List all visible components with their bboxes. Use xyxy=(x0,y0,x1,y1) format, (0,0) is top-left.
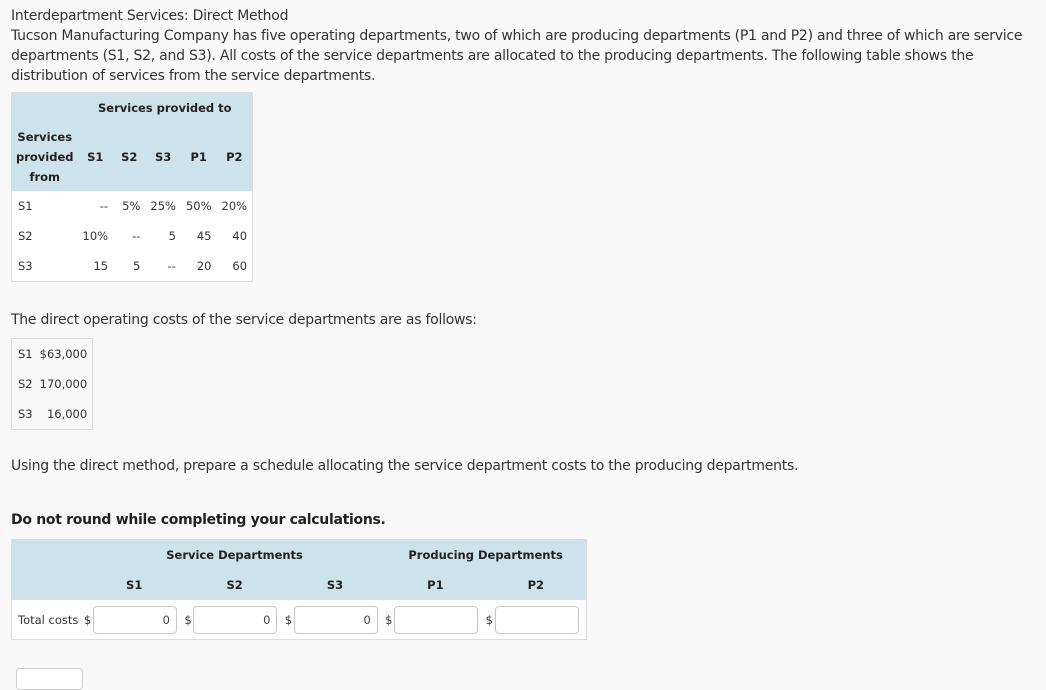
table-row: S2 10% -- 5 45 40 xyxy=(12,221,253,251)
distribution-table: Services provided to Services provided f… xyxy=(11,92,254,282)
row-label: S1 xyxy=(18,199,33,213)
table-row: S2 170,000 xyxy=(12,369,93,399)
allocation-schedule-table: Service Departments Producing Department… xyxy=(11,539,587,640)
total-costs-row: Total costs $ $ $ xyxy=(12,600,587,640)
cost-value: $63,000 xyxy=(39,347,88,361)
table-cell: 25% xyxy=(150,199,176,213)
total-costs-p1-input[interactable] xyxy=(394,605,479,634)
question-intro: Tucson Manufacturing Company has five op… xyxy=(11,28,1023,84)
cost-value: 16,000 xyxy=(46,407,88,421)
currency-symbol: $ xyxy=(385,612,393,627)
row-label: Total costs xyxy=(18,612,79,627)
table-cell: -- xyxy=(99,199,109,213)
column-header-s3: S3 xyxy=(284,570,386,600)
rounding-note: Do not round while completing your calcu… xyxy=(11,512,386,528)
currency-symbol: $ xyxy=(84,612,92,627)
table-row: S1 $63,000 xyxy=(12,339,93,370)
table-row: S3 16,000 xyxy=(12,399,93,430)
table-cell: 5% xyxy=(122,199,141,213)
table-row: S1 -- 5% 25% 50% 20% xyxy=(12,191,253,221)
column-header-s2: S2 xyxy=(113,123,146,191)
table-cell: 60 xyxy=(232,259,248,273)
question-title: Interdepartment Services: Direct Method xyxy=(11,8,289,24)
column-header-p2: P2 xyxy=(216,123,253,191)
table-cell: 50% xyxy=(185,199,212,213)
row-label: S1 xyxy=(18,347,33,361)
column-header-p2: P2 xyxy=(485,570,587,600)
table-cell: 5 xyxy=(133,259,141,273)
total-costs-s2-input[interactable] xyxy=(193,605,278,634)
table-cell: 10% xyxy=(82,229,109,243)
question-page: Interdepartment Services: Direct Method … xyxy=(11,6,1041,640)
row-label: S3 xyxy=(18,407,33,421)
table-cell: -- xyxy=(132,229,141,243)
column-header-p1: P1 xyxy=(180,123,217,191)
column-header-s1: S1 xyxy=(84,570,185,600)
table-cell: 15 xyxy=(93,259,109,273)
table-cell: 40 xyxy=(232,229,248,243)
currency-symbol: $ xyxy=(184,612,192,627)
services-provided-to-header: Services provided to xyxy=(77,92,253,123)
service-departments-header: Service Departments xyxy=(84,539,386,570)
direct-costs-table: S1 $63,000 S2 170,000 S3 16,000 xyxy=(11,338,94,430)
table-cell: -- xyxy=(167,259,176,273)
partially-visible-button[interactable] xyxy=(16,668,83,690)
total-costs-s1-input[interactable] xyxy=(93,605,177,634)
total-costs-s3-input[interactable] xyxy=(293,605,378,634)
table-cell: 20% xyxy=(221,199,248,213)
services-provided-from-header: Services provided from xyxy=(11,123,78,191)
total-costs-p2-input[interactable] xyxy=(494,605,579,634)
table-cell: 45 xyxy=(196,229,212,243)
producing-departments-header: Producing Departments xyxy=(385,539,587,570)
table-cell: 5 xyxy=(168,229,176,243)
table-row: S3 15 5 -- 20 60 xyxy=(12,251,253,282)
instruction-text: Using the direct method, prepare a sched… xyxy=(11,458,799,474)
row-label: S3 xyxy=(18,259,33,273)
costs-intro: The direct operating costs of the servic… xyxy=(11,312,477,328)
currency-symbol: $ xyxy=(284,612,293,627)
column-header-p1: P1 xyxy=(385,570,486,600)
column-header-s2: S2 xyxy=(184,570,285,600)
column-header-s1: S1 xyxy=(77,123,114,191)
cost-value: 170,000 xyxy=(39,377,88,391)
row-label: S2 xyxy=(18,377,33,391)
column-header-s3: S3 xyxy=(145,123,181,191)
currency-symbol: $ xyxy=(485,612,493,627)
row-label: S2 xyxy=(18,229,33,243)
table-cell: 20 xyxy=(196,259,212,273)
